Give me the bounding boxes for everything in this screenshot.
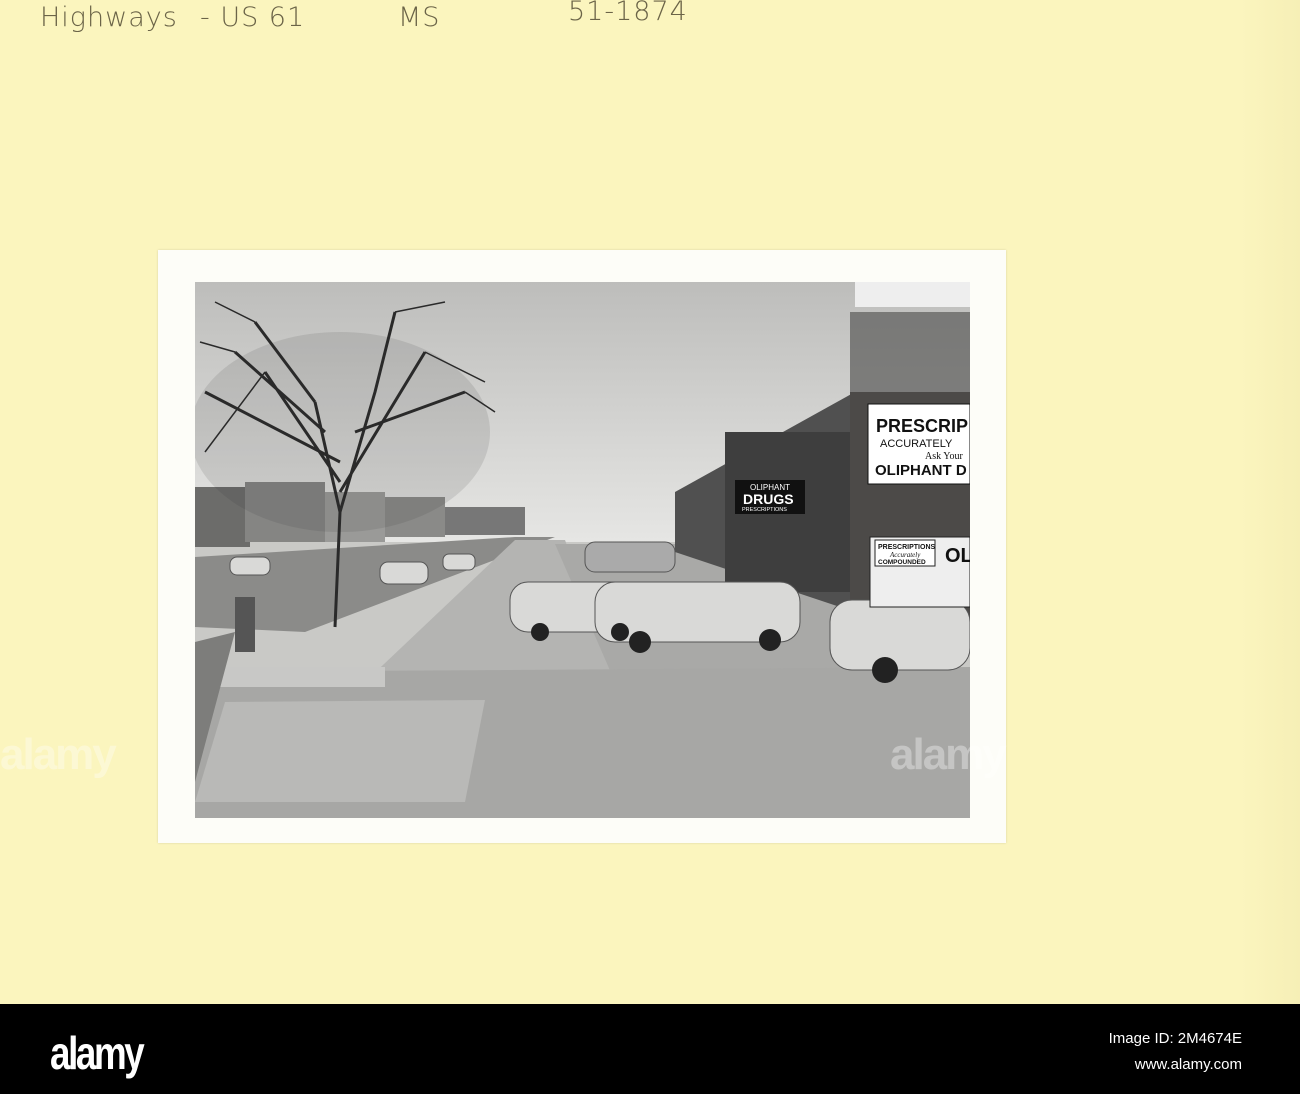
sign-text: ACCURATELY	[880, 438, 953, 450]
image-id: Image ID: 2M4674E	[1108, 1030, 1242, 1047]
image-info: Image ID: 2M4674E www.alamy.com	[1109, 1026, 1242, 1078]
annotation-subject: Highways	[40, 2, 178, 33]
window-sign: PRESCRIPTIONS Accurately COMPOUNDED OL	[869, 536, 970, 608]
archive-card: Highways - US 61 MS 51-1874 PRESCRIP ACC…	[0, 0, 1300, 1004]
annotation-number: 51-1874	[568, 0, 688, 27]
oliphant-drugs-sign: OLIPHANT DRUGS PRESCRIPTIONS	[735, 480, 805, 514]
annotation-state: MS	[398, 2, 441, 33]
street-photograph: PRESCRIP ACCURATELY Ask Your OLIPHANT D …	[195, 282, 970, 818]
card-edge	[1240, 0, 1300, 1004]
alamy-logo: alamy	[50, 1027, 145, 1079]
site-url[interactable]: www.alamy.com	[1109, 1052, 1242, 1078]
sign-text: Ask Your	[925, 451, 963, 462]
footer-bar: alamy Image ID: 2M4674E www.alamy.com	[0, 1004, 1300, 1094]
sign-text: Accurately	[889, 551, 921, 559]
mailbox	[235, 597, 255, 652]
prescriptions-sign: PRESCRIP ACCURATELY Ask Your OLIPHANT D	[867, 403, 970, 485]
sign-text: PRESCRIPTIONS	[742, 507, 787, 513]
sign-text: OLIPHANT D	[875, 462, 967, 479]
watermark: alamy	[0, 730, 117, 779]
watermark: alamy	[890, 730, 1007, 779]
sign-text: PRESCRIP	[876, 416, 968, 436]
sign-text: PRESCRIPTIONS	[878, 544, 936, 551]
sign-text: COMPOUNDED	[878, 559, 926, 566]
sign-text: DRUGS	[743, 491, 794, 507]
sign-text: OL	[945, 545, 970, 567]
annotation-route: - US 61	[200, 2, 306, 33]
